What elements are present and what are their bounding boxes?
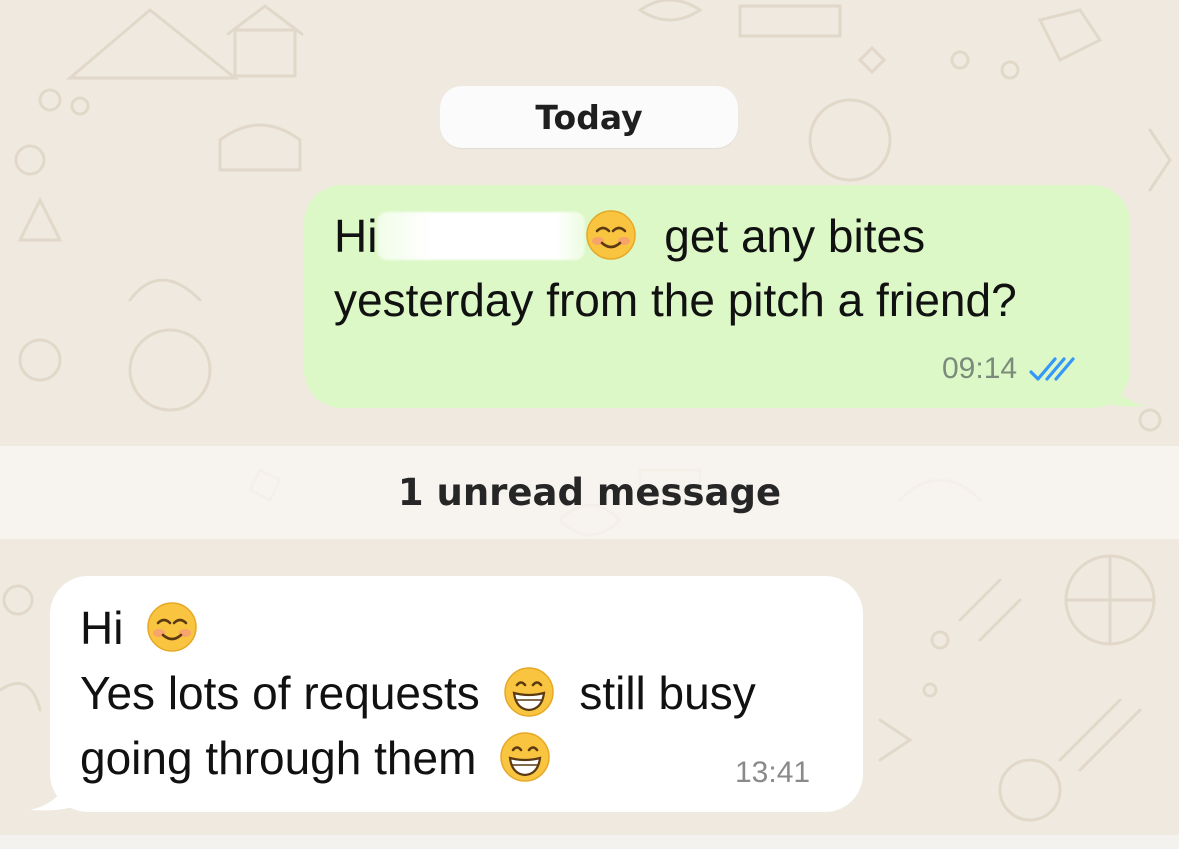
grinning-face-icon [500, 732, 550, 782]
message-text-line2a: Yes lots of requests [80, 667, 480, 719]
message-text-line3: going through them [80, 732, 477, 784]
input-bar-edge [0, 835, 1179, 849]
outgoing-message-meta: 09:14 [942, 352, 1075, 386]
message-text-greeting: Hi [334, 210, 378, 262]
bubble-tail [1100, 358, 1146, 407]
grinning-face-icon [503, 667, 554, 717]
redacted-name [377, 212, 586, 260]
incoming-message-text: Hi Yes lots of requests still busy going… [80, 596, 840, 791]
message-timestamp: 13:41 [735, 756, 811, 789]
smiling-face-icon [586, 210, 637, 260]
double-check-icon [1029, 357, 1075, 381]
date-separator: Today [440, 86, 738, 148]
bubble-tail [30, 762, 76, 811]
smiling-face-icon [147, 602, 197, 652]
unread-messages-divider: 1 unread message [0, 446, 1179, 539]
message-text-line1: Hi [80, 602, 124, 654]
outgoing-message-text: Hi get any bites yesterday from the pitc… [334, 204, 1124, 332]
message-text-line1: get any bites [664, 210, 926, 262]
message-text-line2: yesterday from the pitch a friend? [334, 274, 1017, 326]
message-text-line2b: still busy [579, 667, 756, 719]
message-timestamp: 09:14 [942, 352, 1018, 385]
